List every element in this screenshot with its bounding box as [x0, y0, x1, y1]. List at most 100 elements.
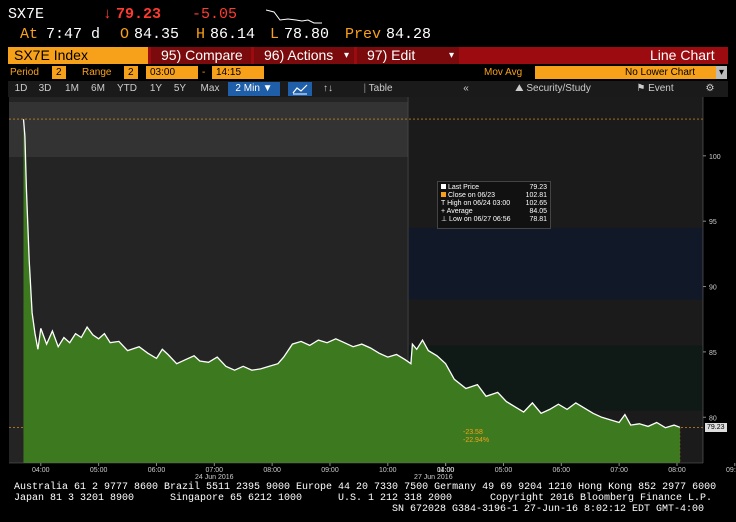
- ticker: SX7E: [8, 6, 45, 23]
- period-input[interactable]: 2: [52, 66, 66, 79]
- interval-value: 2 Min: [235, 83, 260, 94]
- range-1y-button[interactable]: 1Y: [146, 82, 166, 96]
- range-label: Range: [82, 67, 112, 78]
- caret-down-icon: ▼: [262, 83, 273, 94]
- x-tick-label: 09:00: [321, 467, 339, 474]
- last-price-tag: 79.23: [705, 423, 727, 432]
- low-value: 78.80: [284, 26, 330, 43]
- mov-avg-input[interactable]: [535, 66, 623, 79]
- chart-type-label: Line Chart: [650, 47, 715, 63]
- edit-label: 97) Edit: [367, 47, 416, 63]
- x-tick-label: 06:00: [553, 467, 571, 474]
- x-tick-label: 04:00: [437, 467, 455, 474]
- security-study-label: Security/Study: [526, 83, 591, 94]
- actions-label: 96) Actions: [264, 47, 334, 63]
- table-button[interactable]: | Table: [356, 82, 400, 96]
- range-input[interactable]: 2: [124, 66, 138, 79]
- study-icon: ⛰: [515, 83, 524, 94]
- footer-session: SN 672028 G384-3196-1 27-Jun-16 8:02:12 …: [392, 504, 705, 515]
- footer-us: U.S. 1 212 318 2000: [338, 493, 453, 504]
- low-label: L: [270, 26, 280, 43]
- x-tick-label: 09:00: [726, 467, 736, 474]
- chart-legend: Last Price 79.23 Close on 06/23 102.81 T H…: [437, 181, 551, 229]
- x-tick-label: 07:00: [206, 467, 224, 474]
- range-6m-button[interactable]: 6M: [86, 82, 110, 96]
- legend-last: Last Price 79.23: [441, 184, 547, 192]
- band-dark: [408, 227, 703, 300]
- open-value: 84.35: [134, 26, 180, 43]
- chevron-down-icon: ▾: [449, 50, 455, 61]
- footer-japan: Japan 81 3 3201 8900: [14, 493, 135, 504]
- range-to-input[interactable]: 14:15: [212, 66, 264, 79]
- date-label-day2: 27 Jun 2016: [414, 474, 453, 480]
- mov-avg-label: Mov Avg: [484, 67, 523, 78]
- gear-icon[interactable]: ⚙: [700, 82, 720, 96]
- footer-singapore: Singapore 65 6212 1000: [170, 493, 303, 504]
- legend-average: + Average 84.05: [441, 208, 547, 215]
- range-ytd-button[interactable]: YTD: [112, 82, 142, 96]
- last-price-arrow-icon: ↓: [103, 6, 113, 23]
- x-tick-label: 05:00: [495, 467, 513, 474]
- edit-button[interactable]: 97) Edit ▾: [357, 47, 459, 64]
- footer-line-1: Australia 61 2 9777 8600 Brazil 5511 239…: [14, 482, 717, 493]
- date-label-day1: 24 Jun 2016: [195, 474, 234, 480]
- compare-label: 95) Compare: [161, 47, 243, 63]
- x-tick-label: 10:00: [379, 467, 397, 474]
- prev-label: Prev: [345, 26, 382, 43]
- price-change: -5.05: [192, 6, 238, 23]
- x-tick-label: 08:00: [263, 467, 281, 474]
- event-button[interactable]: ⚑ Event: [626, 82, 684, 96]
- last-price: 79.23: [116, 6, 162, 23]
- legend-high: T High on 06/24 03:00 102.65: [441, 200, 547, 207]
- range-max-button[interactable]: Max: [196, 82, 224, 96]
- high-label: H: [196, 26, 206, 43]
- table-label: Table: [368, 83, 393, 94]
- y-tick-label: 95: [709, 219, 717, 226]
- compare-button[interactable]: 95) Compare: [151, 47, 251, 64]
- flag-icon: ⚑: [636, 83, 646, 94]
- scroll-left-icon[interactable]: «: [456, 82, 476, 96]
- x-tick-label: 07:00: [610, 467, 628, 474]
- crosshair-icon[interactable]: ↑↓: [318, 82, 338, 96]
- range-dash: -: [202, 67, 206, 78]
- band-highlight: [9, 102, 409, 157]
- range-1d-button[interactable]: 1D: [10, 82, 32, 96]
- interval-select[interactable]: 2 Min ▼: [228, 82, 280, 96]
- security-name: SX7E Index: [14, 47, 88, 63]
- actions-button[interactable]: 96) Actions ▾: [254, 47, 354, 64]
- line-chart-icon[interactable]: [288, 82, 312, 96]
- range-5y-button[interactable]: 5Y: [170, 82, 190, 96]
- quote-time: 7:47 d: [46, 26, 101, 43]
- chevron-down-icon[interactable]: ▾: [716, 66, 727, 79]
- prev-value: 84.28: [386, 26, 432, 43]
- y-tick-label: 100: [709, 154, 721, 161]
- sparkline: [265, 8, 324, 24]
- change-annotation: -23.58 -22.94%: [463, 429, 489, 445]
- period-label: Period: [10, 67, 39, 78]
- x-tick-label: 04:00: [32, 467, 50, 474]
- x-tick-label: 05:00: [90, 467, 108, 474]
- lower-chart-value: No Lower Chart: [625, 67, 696, 78]
- y-tick-label: 85: [709, 350, 717, 357]
- price-chart: 100 95 90 85 80 04:00 05:00 06:00 07:00 08:00 09:…: [9, 97, 736, 480]
- x-tick-label: 06:00: [148, 467, 166, 474]
- lower-chart-select[interactable]: No Lower Chart: [621, 66, 725, 79]
- legend-low: ⊥ Low on 06/27 06:56 78.81: [441, 216, 547, 223]
- x-tick-label: 08:00: [668, 467, 686, 474]
- y-tick-label: 90: [709, 285, 717, 292]
- at-label: At: [20, 26, 39, 43]
- security-field[interactable]: SX7E Index: [8, 47, 148, 64]
- footer-copyright: Copyright 2016 Bloomberg Finance L.P.: [490, 493, 713, 504]
- event-label: Event: [648, 83, 674, 94]
- range-1m-button[interactable]: 1M: [60, 82, 84, 96]
- legend-close: Close on 06/23 102.81: [441, 192, 547, 200]
- y-tick-label: 80: [709, 415, 717, 422]
- security-study-button[interactable]: ⛰ Security/Study: [498, 82, 608, 96]
- high-value: 86.14: [210, 26, 256, 43]
- open-label: O: [120, 26, 130, 43]
- chevron-down-icon: ▾: [344, 50, 350, 61]
- range-from-input[interactable]: 03:00: [146, 66, 198, 79]
- change-abs: -23.58: [463, 429, 483, 436]
- change-pct: -22.94%: [463, 437, 490, 444]
- range-3d-button[interactable]: 3D: [34, 82, 56, 96]
